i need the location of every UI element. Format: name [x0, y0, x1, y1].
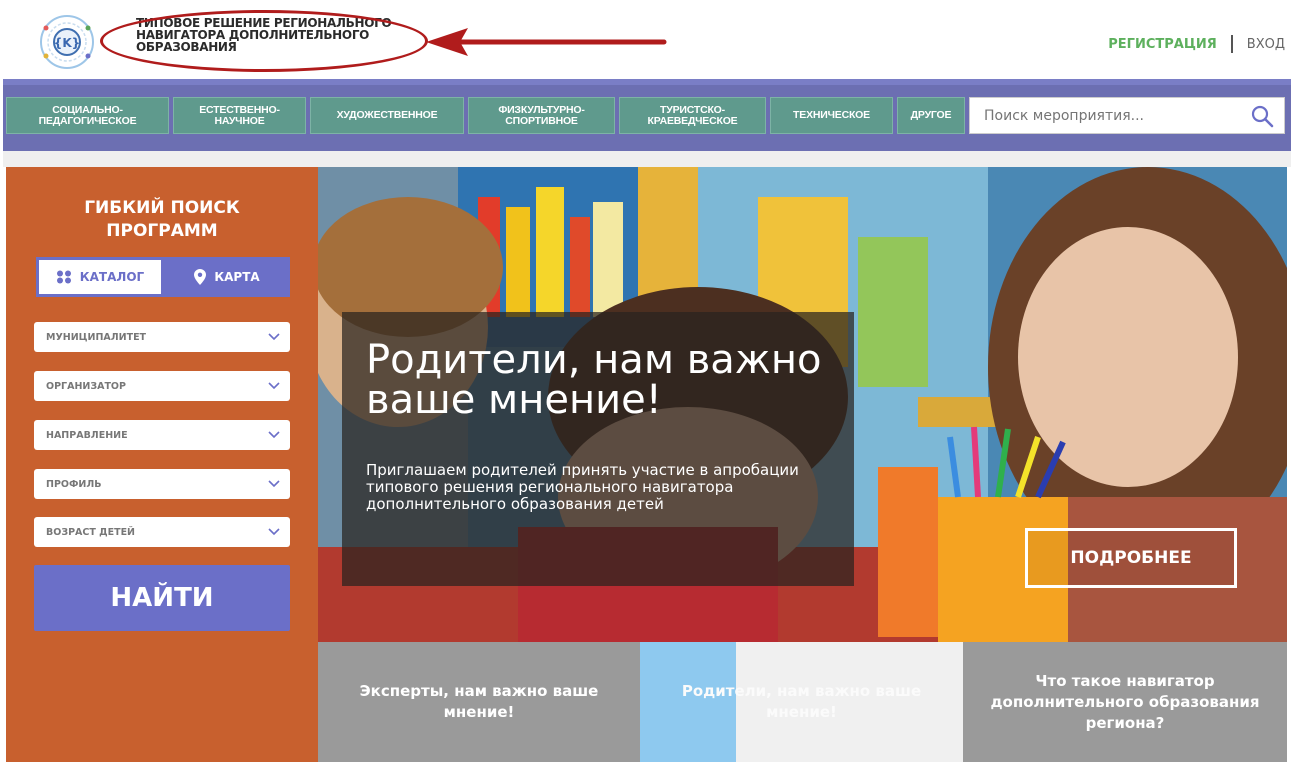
sidebar-title: ГИБКИЙ ПОИСК ПРОГРАММ	[84, 198, 240, 241]
page: {K} ТИПОВОЕ РЕШЕНИЕ РЕГИОНАЛЬНОГО НАВИГА…	[0, 0, 1291, 762]
map-tab[interactable]: КАРТА	[164, 257, 290, 297]
hero-title: Родители, нам важно ваше мнение!	[366, 337, 822, 423]
flexible-search-panel: ГИБКИЙ ПОИСК ПРОГРАММ КАТАЛОГ КАРТА МУНИ…	[6, 167, 318, 762]
spacer	[3, 151, 1291, 167]
category-nav: СОЦИАЛЬНО- ПЕДАГОГИЧЕСКОЕ ЕСТЕСТВЕННО- Н…	[3, 79, 1291, 151]
chevron-down-icon	[268, 431, 280, 439]
nav-item-sport[interactable]: ФИЗКУЛЬТУРНО- СПОРТИВНОЕ	[468, 97, 615, 134]
login-link[interactable]: ВХОД	[1247, 37, 1285, 52]
nav-item-technical[interactable]: ТЕХНИЧЕСКОЕ	[770, 97, 893, 134]
nav-item-other[interactable]: ДРУГОЕ	[897, 97, 965, 134]
map-pin-icon	[194, 269, 207, 285]
nav-top-line	[3, 79, 1291, 85]
nav-item-science[interactable]: ЕСТЕСТВЕННО- НАУЧНОЕ	[173, 97, 306, 134]
nav-item-social[interactable]: СОЦИАЛЬНО- ПЕДАГОГИЧЕСКОЕ	[6, 97, 169, 134]
annotation-arrow-icon	[426, 28, 667, 56]
filter-label: МУНИЦИПАЛИТЕТ	[46, 331, 147, 343]
filter-label: ОРГАНИЗАТОР	[46, 380, 126, 392]
search-icon[interactable]	[1250, 104, 1274, 128]
annotation-ellipse	[100, 10, 428, 72]
tile-experts[interactable]: Эксперты, нам важно ваше мнение!	[318, 642, 640, 762]
municipality-select[interactable]: МУНИЦИПАЛИТЕТ	[34, 322, 290, 352]
find-button[interactable]: НАЙТИ	[34, 565, 290, 631]
hero-banner[interactable]: Родители, нам важно ваше мнение! Приглаш…	[318, 167, 1287, 642]
catalog-tab[interactable]: КАТАЛОГ	[36, 257, 164, 297]
map-label: КАРТА	[214, 270, 260, 284]
search-input[interactable]	[970, 98, 1250, 133]
more-button[interactable]: ПОДРОБНЕЕ	[1025, 528, 1237, 588]
grid-icon	[56, 270, 71, 284]
tile-parents[interactable]: Родители, нам важно ваше мнение!	[640, 642, 963, 762]
nav-item-tourism[interactable]: ТУРИСТСКО- КРАЕВЕДЧЕСКОЕ	[619, 97, 766, 134]
children-age-select[interactable]: ВОЗРАСТ ДЕТЕЙ	[34, 517, 290, 547]
direction-select[interactable]: НАПРАВЛЕНИЕ	[34, 420, 290, 450]
hero-text-panel: Родители, нам важно ваше мнение! Приглаш…	[342, 312, 854, 586]
nav-item-art[interactable]: ХУДОЖЕСТВЕННОЕ	[310, 97, 464, 134]
chevron-down-icon	[268, 480, 280, 488]
view-toggle: КАТАЛОГ КАРТА	[36, 257, 290, 297]
filter-label: ВОЗРАСТ ДЕТЕЙ	[46, 526, 136, 538]
filter-label: НАПРАВЛЕНИЕ	[46, 429, 128, 441]
svg-text:{K}: {K}	[54, 36, 80, 50]
header: {K} ТИПОВОЕ РЕШЕНИЕ РЕГИОНАЛЬНОГО НАВИГА…	[0, 0, 1291, 76]
logo-icon[interactable]: {K}	[36, 14, 98, 70]
chevron-down-icon	[268, 528, 280, 536]
register-link[interactable]: РЕГИСТРАЦИЯ	[1108, 37, 1217, 52]
hero-description: Приглашаем родителей принять участие в а…	[366, 461, 799, 513]
chevron-down-icon	[268, 382, 280, 390]
profile-select[interactable]: ПРОФИЛЬ	[34, 469, 290, 499]
filter-label: ПРОФИЛЬ	[46, 478, 102, 490]
search-box	[969, 97, 1285, 134]
organizer-select[interactable]: ОРГАНИЗАТОР	[34, 371, 290, 401]
auth-links: РЕГИСТРАЦИЯ ВХОД	[1108, 35, 1285, 53]
tile-what-is-navigator[interactable]: Что такое навигатор дополнительного обра…	[963, 642, 1287, 762]
divider	[1230, 35, 1233, 53]
chevron-down-icon	[268, 333, 280, 341]
catalog-label: КАТАЛОГ	[79, 270, 145, 284]
